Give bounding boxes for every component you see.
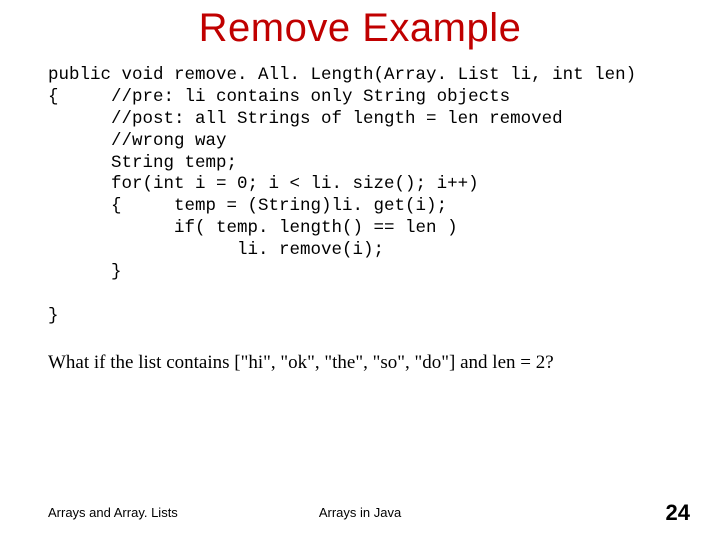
code-line: } bbox=[48, 306, 59, 326]
code-line: { //pre: li contains only String objects bbox=[48, 87, 510, 107]
slide-title: Remove Example bbox=[0, 0, 720, 51]
code-line: } bbox=[48, 262, 122, 282]
code-line: { temp = (String)li. get(i); bbox=[48, 196, 447, 216]
code-line: //wrong way bbox=[48, 131, 227, 151]
code-line: public void remove. All. Length(Array. L… bbox=[48, 65, 636, 85]
code-line: if( temp. length() == len ) bbox=[48, 218, 458, 238]
code-line: //post: all Strings of length = len remo… bbox=[48, 109, 563, 129]
slide: Remove Example public void remove. All. … bbox=[0, 0, 720, 540]
code-line: li. remove(i); bbox=[48, 240, 384, 260]
code-line: String temp; bbox=[48, 153, 237, 173]
question-text: What if the list contains ["hi", "ok", "… bbox=[48, 352, 720, 374]
code-line: for(int i = 0; i < li. size(); i++) bbox=[48, 174, 479, 194]
page-number: 24 bbox=[666, 500, 690, 526]
code-block: public void remove. All. Length(Array. L… bbox=[48, 65, 720, 328]
footer-center: Arrays in Java bbox=[0, 505, 720, 520]
